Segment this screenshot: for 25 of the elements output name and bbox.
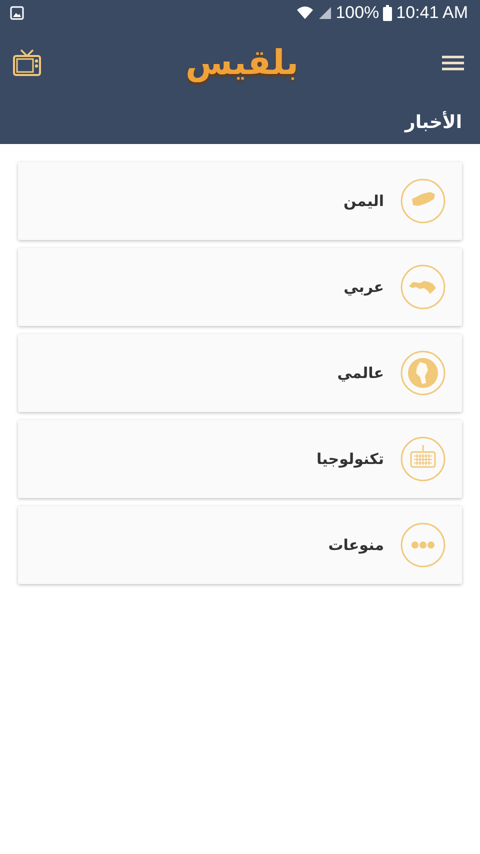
tv-icon[interactable] — [12, 48, 42, 78]
keyboard-icon — [400, 436, 446, 482]
category-item[interactable]: اليمن — [18, 162, 462, 240]
category-label: عربي — [344, 278, 384, 296]
category-item[interactable]: عالمي — [18, 334, 462, 412]
app-logo: بلقيس — [185, 43, 299, 83]
battery-icon — [383, 5, 392, 21]
category-item[interactable]: عربي — [18, 248, 462, 326]
category-item[interactable]: منوعات — [18, 506, 462, 584]
section-title: الأخبار — [404, 112, 462, 132]
map-icon — [400, 178, 446, 224]
category-label: منوعات — [328, 536, 384, 554]
menu-icon[interactable] — [442, 55, 464, 71]
more-icon — [400, 522, 446, 568]
wifi-icon — [296, 6, 314, 20]
globe-icon — [400, 350, 446, 396]
category-label: عالمي — [337, 364, 384, 382]
battery-percent: 100% — [336, 3, 380, 23]
clock-time: 10:41 AM — [396, 3, 468, 23]
signal-icon — [318, 6, 332, 20]
category-label: اليمن — [344, 192, 384, 210]
map-icon — [400, 264, 446, 310]
category-label: تكنولوجيا — [316, 450, 384, 468]
category-item[interactable]: تكنولوجيا — [18, 420, 462, 498]
gallery-icon — [10, 6, 24, 20]
